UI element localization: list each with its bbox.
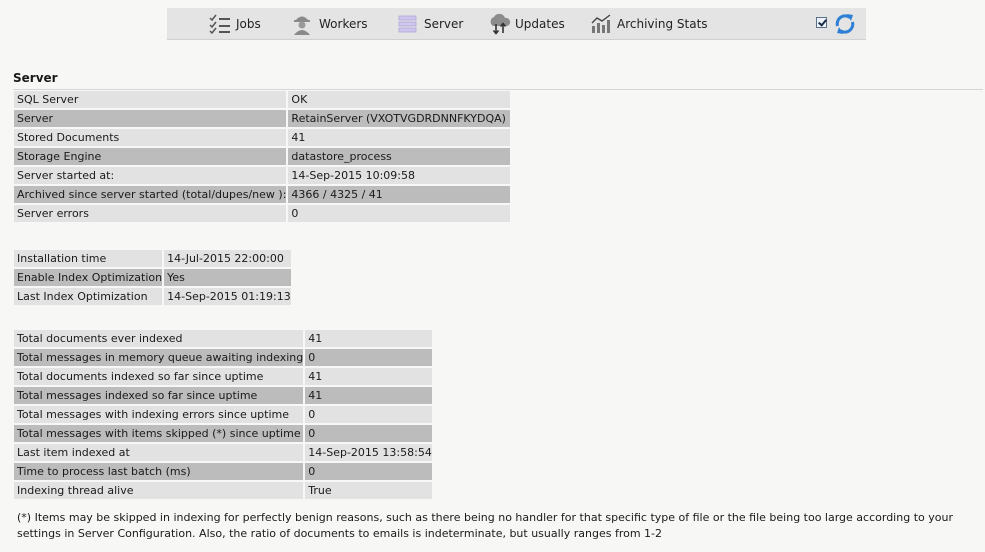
table-row: SQL Server OK — [14, 91, 513, 108]
section-title: Server — [13, 71, 58, 85]
table-row: Server errors 0 — [14, 205, 513, 222]
table-row: Last item indexed at 14-Sep-2015 13:58:54 — [14, 444, 434, 461]
table-row: Installation time 14-Jul-2015 22:00:00 — [14, 250, 293, 267]
table-row: Indexing thread alive True — [14, 482, 434, 499]
table-row: Storage Engine datastore_process — [14, 148, 513, 165]
top-toolbar: Jobs Workers Server Updates Archiving St… — [167, 8, 866, 40]
index-optimization-table: Installation time 14-Jul-2015 22:00:00 Ena… — [14, 248, 293, 307]
row-label: Server — [14, 110, 289, 127]
table-row: Total messages indexed so far since upti… — [14, 387, 434, 404]
row-label: Server started at: — [14, 167, 289, 184]
jobs-label: Jobs — [236, 16, 261, 31]
row-label: Total messages with items skipped (*) si… — [14, 425, 306, 442]
archiving-stats-label: Archiving Stats — [617, 16, 708, 31]
row-label: SQL Server — [14, 91, 289, 108]
row-value: 4366 / 4325 / 41 — [288, 186, 513, 203]
row-label: Stored Documents — [14, 129, 289, 146]
jobs-tab[interactable]: Jobs — [209, 8, 261, 39]
row-value: 0 — [305, 406, 434, 423]
workers-tab[interactable]: Workers — [292, 8, 368, 39]
row-label: Server errors — [14, 205, 289, 222]
row-value: OK — [288, 91, 513, 108]
row-value: 0 — [288, 205, 513, 222]
row-label: Total messages with indexing errors sinc… — [14, 406, 306, 423]
row-label: Indexing thread alive — [14, 482, 306, 499]
row-label: Archived since server started (total/dup… — [14, 186, 289, 203]
row-label: Time to process last batch (ms) — [14, 463, 306, 480]
row-label: Total documents ever indexed — [14, 330, 306, 347]
row-value: 41 — [305, 368, 434, 385]
workers-label: Workers — [319, 16, 368, 31]
table-row: Stored Documents 41 — [14, 129, 513, 146]
row-value: Yes — [164, 269, 293, 286]
row-label: Total messages indexed so far since upti… — [14, 387, 306, 404]
table-row: Total messages in memory queue awaiting … — [14, 349, 434, 366]
row-label: Installation time — [14, 250, 165, 267]
archiving-stats-tab[interactable]: Archiving Stats — [591, 8, 708, 39]
table-row: Total documents indexed so far since upt… — [14, 368, 434, 385]
row-value: 14-Sep-2015 13:58:54 — [305, 444, 434, 461]
row-value: 0 — [305, 425, 434, 442]
refresh-icon[interactable] — [833, 12, 857, 36]
row-value: 41 — [305, 330, 434, 347]
row-value: 41 — [305, 387, 434, 404]
row-value: True — [305, 482, 434, 499]
table-row: Time to process last batch (ms) 0 — [14, 463, 434, 480]
table-row: Enable Index Optimization Yes — [14, 269, 293, 286]
server-icon — [398, 15, 417, 32]
updates-tab[interactable]: Updates — [487, 8, 565, 39]
row-value: 14-Jul-2015 22:00:00 — [164, 250, 293, 267]
row-value: datastore_process — [288, 148, 513, 165]
footnote: (*) Items may be skipped in indexing for… — [17, 511, 953, 540]
row-label: Enable Index Optimization — [14, 269, 165, 286]
worker-icon — [294, 16, 310, 35]
table-row: Archived since server started (total/dup… — [14, 186, 513, 203]
row-value: 0 — [305, 463, 434, 480]
auto-refresh-checkbox[interactable] — [816, 17, 827, 28]
row-label: Last Index Optimization — [14, 288, 165, 305]
table-row: Total documents ever indexed 41 — [14, 330, 434, 347]
row-value: 14-Sep-2015 01:19:13 — [164, 288, 293, 305]
row-label: Last item indexed at — [14, 444, 306, 461]
checklist-icon — [209, 14, 230, 34]
table-row: Server started at: 14-Sep-2015 10:09:58 — [14, 167, 513, 184]
table-row: Last Index Optimization 14-Sep-2015 01:19… — [14, 288, 293, 305]
indexing-stats-table: Total documents ever indexed 41 Total mess… — [14, 328, 434, 501]
row-value: 41 — [288, 129, 513, 146]
row-value: RetainServer (VXOTVGDRDNNFKYDQA) — [288, 110, 513, 127]
table-row: Total messages with indexing errors sinc… — [14, 406, 434, 423]
server-tab[interactable]: Server — [398, 8, 463, 39]
table-row: Server RetainServer (VXOTVGDRDNNFKYDQA) — [14, 110, 513, 127]
row-label: Storage Engine — [14, 148, 289, 165]
updates-label: Updates — [515, 16, 565, 31]
row-value: 0 — [305, 349, 434, 366]
server-status-table: SQL Server OK Server RetainServer (VXOTVGDR… — [14, 89, 513, 224]
server-label: Server — [424, 16, 464, 31]
table-row: Total messages with items skipped (*) si… — [14, 425, 434, 442]
cloud-transfer-icon — [490, 13, 511, 35]
bar-chart-icon — [591, 13, 611, 33]
row-value: 14-Sep-2015 10:09:58 — [288, 167, 513, 184]
row-label: Total documents indexed so far since upt… — [14, 368, 306, 385]
row-label: Total messages in memory queue awaiting … — [14, 349, 306, 366]
